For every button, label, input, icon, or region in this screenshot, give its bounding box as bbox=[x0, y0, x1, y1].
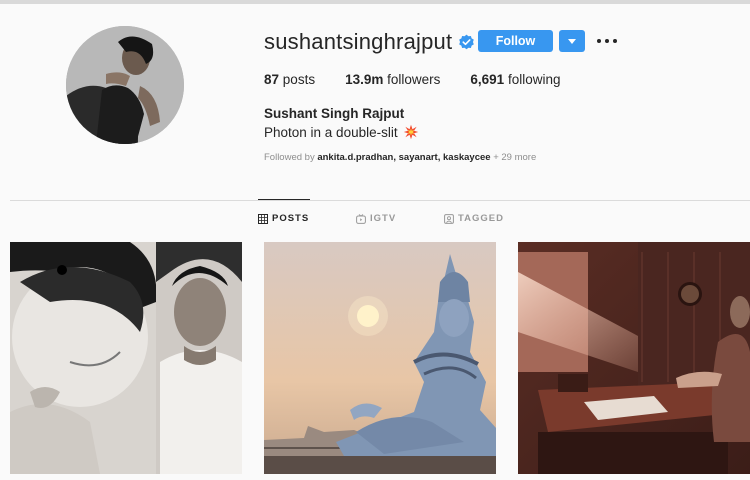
followed-by-line[interactable]: Followed by ankita.d.pradhan, sayanart, … bbox=[264, 152, 536, 163]
window-top-border bbox=[0, 0, 750, 4]
profile-bio: Photon in a double-slit bbox=[264, 124, 419, 140]
tab-tagged[interactable]: TAGGED bbox=[444, 213, 504, 224]
profile-avatar[interactable] bbox=[66, 26, 184, 144]
followed-by-users: ankita.d.pradhan, sayanart, kaskaycee bbox=[317, 152, 491, 163]
tag-icon bbox=[444, 213, 454, 224]
profile-tabs: POSTS IGTV TAGGED bbox=[0, 213, 750, 227]
followed-by-more: + 29 more bbox=[493, 152, 537, 163]
profile-username: sushantsinghrajput bbox=[264, 29, 453, 54]
following-count: 6,691 bbox=[470, 72, 505, 87]
tab-posts-label: POSTS bbox=[272, 213, 310, 224]
suggestions-dropdown-button[interactable] bbox=[559, 30, 585, 52]
following-label: following bbox=[507, 72, 561, 87]
follow-button[interactable]: Follow bbox=[478, 30, 553, 52]
collision-emoji-icon bbox=[403, 124, 418, 140]
posts-count: 87 bbox=[264, 72, 280, 87]
post-image-3 bbox=[518, 242, 750, 474]
post-image-2 bbox=[264, 242, 496, 474]
followed-by-prefix: Followed by bbox=[264, 152, 315, 163]
grid-icon bbox=[258, 213, 268, 224]
tab-posts[interactable]: POSTS bbox=[258, 213, 309, 224]
more-options-icon[interactable] bbox=[596, 31, 618, 49]
posts-count-stat: 87 posts bbox=[264, 72, 315, 87]
tab-igtv[interactable]: IGTV bbox=[356, 213, 396, 224]
avatar-photo bbox=[66, 26, 184, 144]
post-image-1 bbox=[10, 242, 242, 474]
active-tab-indicator bbox=[258, 199, 310, 200]
post-thumbnail-3[interactable] bbox=[518, 242, 750, 474]
post-thumbnail-2[interactable] bbox=[264, 242, 496, 474]
post-thumbnail-1[interactable] bbox=[10, 242, 242, 474]
tab-igtv-label: IGTV bbox=[370, 213, 397, 224]
following-link[interactable]: 6,691 following bbox=[470, 72, 560, 87]
verified-badge-icon bbox=[459, 34, 475, 49]
username-row: sushantsinghrajput bbox=[264, 28, 475, 56]
posts-label: posts bbox=[282, 72, 316, 87]
followers-link[interactable]: 13.9m followers bbox=[345, 72, 440, 87]
tab-tagged-label: TAGGED bbox=[458, 213, 504, 224]
followers-label: followers bbox=[387, 72, 441, 87]
bio-text: Photon in a double-slit bbox=[264, 124, 398, 140]
igtv-icon bbox=[356, 213, 366, 224]
followers-count: 13.9m bbox=[345, 72, 384, 87]
profile-stats: 87 posts 13.9m followers 6,691 following bbox=[264, 72, 591, 87]
profile-full-name: Sushant Singh Rajput bbox=[264, 106, 405, 121]
chevron-down-icon bbox=[568, 39, 576, 44]
profile-divider bbox=[10, 200, 750, 201]
